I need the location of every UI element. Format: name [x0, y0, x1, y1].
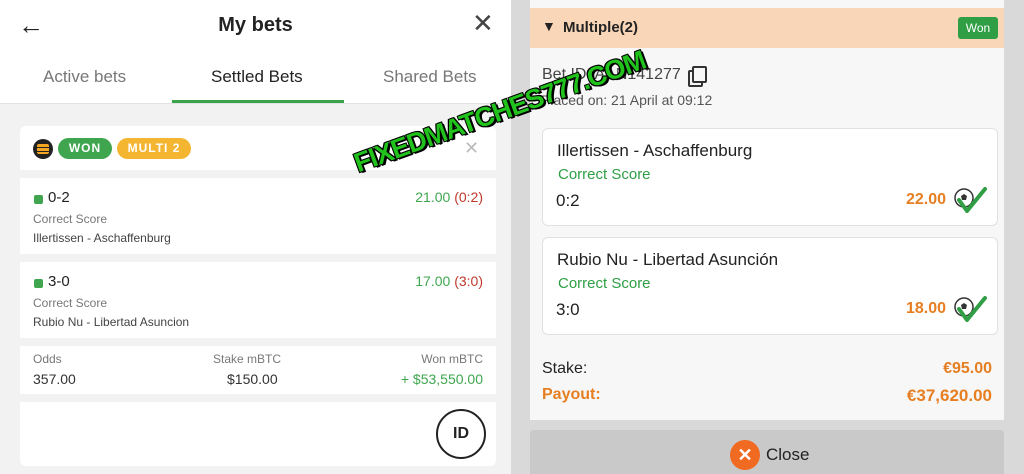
stake-value: €95.00	[943, 360, 992, 377]
selection-match: Rubio Nu - Libertad Asuncion	[33, 315, 190, 329]
selection-match: Rubio Nu - Libertad Asunción	[557, 250, 779, 269]
ball-check-icon	[954, 187, 987, 213]
tab-shared-bets[interactable]: Shared Bets	[383, 67, 477, 87]
won-value: + $53,550.00	[400, 371, 483, 387]
selection-card: Illertissen - Aschaffenburg Correct Scor…	[542, 128, 998, 226]
divider	[20, 254, 496, 262]
chevron-down-icon[interactable]: ▼	[542, 18, 556, 34]
divider	[20, 170, 496, 178]
selection-score: 3:0	[556, 300, 580, 319]
divider	[20, 394, 496, 402]
page-title: My bets	[218, 14, 293, 36]
tab-settled-bets[interactable]: Settled Bets	[211, 67, 303, 87]
selection-card: Rubio Nu - Libertad Asunción Correct Sco…	[542, 237, 998, 335]
status-badge: Won	[958, 17, 998, 39]
multiple-title: Multiple(2)	[563, 19, 638, 36]
stake-label: Stake mBTC	[213, 352, 282, 366]
payout-value: €37,620.00	[906, 386, 992, 405]
won-label: Won mBTC	[421, 352, 483, 366]
selection-score: 0:2	[556, 191, 580, 210]
result-score: (0:2)	[454, 189, 483, 205]
selection-score: 3-0	[48, 273, 70, 290]
selection-odds: 18.00	[906, 300, 947, 317]
odds-value: 357.00	[33, 371, 76, 387]
odds-label: Odds	[33, 352, 62, 366]
multiple-header[interactable]: ▼ Multiple(2) Won	[530, 8, 1004, 48]
coin-icon	[33, 139, 53, 159]
selection-odds: 21.00 (0:2)	[415, 189, 483, 205]
ball-check-icon	[954, 296, 987, 322]
bet-summary: Odds 357.00 Stake mBTC $150.00 Won mBTC …	[33, 352, 483, 392]
expand-icon[interactable]: ✕	[464, 138, 479, 159]
app-root: ← My bets ✕ Active bets Settled Bets Sha…	[0, 0, 1024, 474]
status-square-icon	[34, 279, 43, 288]
close-icon[interactable]: ✕	[472, 8, 494, 39]
selection-market: Correct Score	[558, 166, 651, 183]
payout-label: Payout:	[542, 386, 601, 403]
selection-odds: 17.00 (3:0)	[415, 273, 483, 289]
my-bets-header: ← My bets ✕ Active bets Settled Bets Sha…	[0, 0, 511, 104]
selection-score: 0-2	[48, 189, 70, 206]
selection-odds: 22.00	[906, 191, 947, 208]
selection-market: Correct Score	[33, 212, 108, 226]
my-bets-panel: ← My bets ✕ Active bets Settled Bets Sha…	[0, 0, 511, 474]
won-badge: WON	[58, 138, 112, 159]
copy-icon[interactable]	[688, 66, 707, 87]
multi-badge: MULTI 2	[117, 138, 191, 159]
close-circle-icon: ✕	[730, 440, 760, 470]
close-button[interactable]: ✕ Close	[530, 430, 1004, 474]
close-label: Close	[766, 445, 810, 464]
status-square-icon	[34, 195, 43, 204]
bet-card[interactable]: WON MULTI 2 ✕ 0-2 21.00 (0:2) Correct Sc…	[20, 126, 496, 466]
active-tab-indicator	[172, 100, 344, 103]
selection-market: Correct Score	[33, 296, 108, 310]
id-button[interactable]: ID	[436, 409, 486, 459]
selection-market: Correct Score	[558, 275, 651, 292]
odds-value: 21.00	[415, 189, 451, 205]
selection-match: Illertissen - Aschaffenburg	[33, 231, 171, 245]
divider	[20, 338, 496, 346]
tab-active-bets[interactable]: Active bets	[43, 67, 126, 87]
odds-value: 17.00	[415, 273, 451, 289]
result-score: (3:0)	[454, 273, 483, 289]
stake-value: $150.00	[227, 371, 278, 387]
selection-match: Illertissen - Aschaffenburg	[557, 141, 753, 160]
stake-label: Stake:	[542, 360, 588, 377]
